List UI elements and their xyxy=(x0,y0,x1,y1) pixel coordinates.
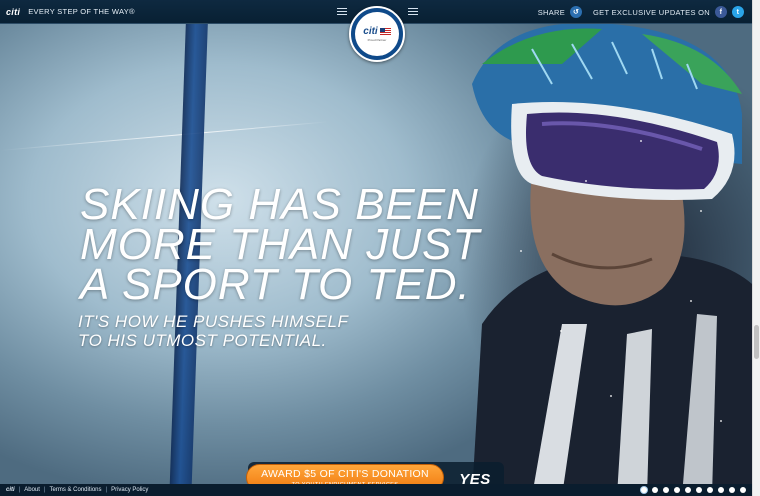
light-streak xyxy=(0,121,329,151)
pager-dot[interactable] xyxy=(641,487,647,493)
subline-line: IT'S HOW HE PUSHES HIMSELF xyxy=(78,312,349,331)
tagline: EVERY STEP OF THE WAY® xyxy=(28,7,135,16)
scrollbar-thumb[interactable] xyxy=(754,325,759,359)
pager-dot[interactable] xyxy=(674,487,680,493)
pager-dot[interactable] xyxy=(663,487,669,493)
pager-dot[interactable] xyxy=(740,487,746,493)
pager-dot[interactable] xyxy=(652,487,658,493)
footer-citi-logo[interactable]: citi xyxy=(6,487,15,493)
footer-separator: | xyxy=(18,487,21,493)
share-icon[interactable]: ↺ xyxy=(570,6,583,18)
pager-dot[interactable] xyxy=(707,487,713,493)
pager-dot[interactable] xyxy=(729,487,735,493)
share-label: SHARE xyxy=(537,7,566,17)
headline-line: SKIING HAS BEEN xyxy=(80,180,479,229)
badge-citi-logo: citi xyxy=(363,26,378,37)
headline-line: MORE THAN JUST xyxy=(80,220,481,269)
footer-bar: citi | About | Terms & Conditions | Priv… xyxy=(0,484,752,496)
twitter-icon[interactable]: t xyxy=(732,6,744,18)
menu-right-icon[interactable] xyxy=(408,6,418,16)
hero-background: SKIING HAS BEEN MORE THAN JUST A SPORT T… xyxy=(0,0,752,496)
citi-partner-badge[interactable]: citi Proud Partner xyxy=(349,6,405,62)
subline-line: TO HIS UTMOST POTENTIAL. xyxy=(78,331,327,350)
us-flag-icon xyxy=(379,27,391,36)
footer-separator: | xyxy=(105,487,108,493)
facebook-icon[interactable]: f xyxy=(715,6,727,18)
updates-label: GET EXCLUSIVE UPDATES ON xyxy=(593,7,710,17)
footer-links: citi | About | Terms & Conditions | Priv… xyxy=(6,487,148,493)
badge-row: citi xyxy=(363,26,391,37)
badge-inner: citi Proud Partner xyxy=(355,12,399,56)
brand[interactable]: citi EVERY STEP OF THE WAY® xyxy=(6,7,135,17)
footer-link-privacy[interactable]: Privacy Policy xyxy=(111,487,148,493)
footer-separator: | xyxy=(43,487,46,493)
slide-pager xyxy=(641,487,746,493)
page-scrollbar[interactable] xyxy=(752,0,760,496)
pager-dot[interactable] xyxy=(685,487,691,493)
pager-dot[interactable] xyxy=(718,487,724,493)
pager-dot[interactable] xyxy=(696,487,702,493)
footer-link-terms[interactable]: Terms & Conditions xyxy=(49,487,101,493)
badge-subtitle: Proud Partner xyxy=(367,38,387,42)
top-right-actions: SHARE ↺ GET EXCLUSIVE UPDATES ON f t xyxy=(538,0,744,24)
hero-subline: IT'S HOW HE PUSHES HIMSELF TO HIS UTMOST… xyxy=(78,312,348,350)
citi-logo[interactable]: citi xyxy=(6,7,20,17)
hero-headline: SKIING HAS BEEN MORE THAN JUST A SPORT T… xyxy=(80,180,481,309)
donation-main-label: AWARD $5 OF CITI'S DONATION xyxy=(261,468,429,480)
headline-line: A SPORT TO TED. xyxy=(80,260,471,309)
menu-left-icon[interactable] xyxy=(337,6,347,16)
footer-link-about[interactable]: About xyxy=(24,487,40,493)
